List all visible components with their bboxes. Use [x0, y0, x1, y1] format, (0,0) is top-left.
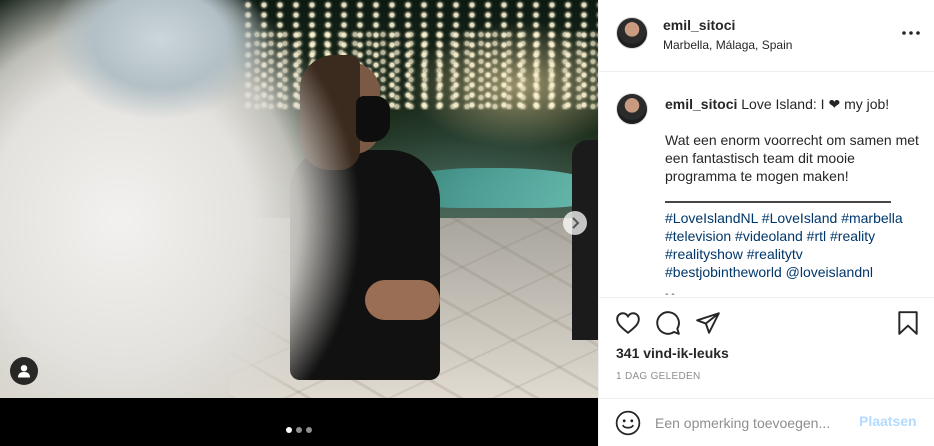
post-header: emil_sitoci Marbella, Málaga, Spain [599, 0, 934, 72]
carousel-indicator [0, 424, 598, 436]
tagged-users-button[interactable] [10, 357, 38, 385]
post-timestamp[interactable]: 1 DAG GELEDEN [616, 371, 700, 382]
post-side-panel: emil_sitoci Marbella, Málaga, Spain emil… [598, 0, 934, 446]
hashtag-link[interactable]: #bestjobintheworld [665, 264, 782, 280]
carousel-dot-1 [286, 427, 292, 433]
post-media[interactable] [0, 0, 598, 446]
post-location[interactable]: Marbella, Málaga, Spain [663, 38, 792, 52]
carousel-dot-3 [306, 427, 312, 433]
hashtag-link[interactable]: #realitytv [747, 246, 803, 262]
comment-input[interactable] [655, 413, 855, 433]
hashtag-link[interactable]: #realityshow [665, 246, 743, 262]
carousel-next-button[interactable] [563, 211, 587, 235]
post-actions: 341 vind-ik-leuks 1 DAG GELEDEN [599, 297, 934, 407]
post-comment-button[interactable]: Plaatsen [859, 413, 917, 429]
caption-avatar[interactable] [616, 93, 648, 125]
carousel-dot-2 [296, 427, 302, 433]
mention-link[interactable]: @loveislandnl [786, 264, 873, 280]
emoji-icon[interactable] [615, 410, 641, 436]
hashtag-link[interactable]: #reality [830, 228, 875, 244]
hashtag-link[interactable]: #LoveIsland [762, 210, 838, 226]
hashtag-link[interactable]: #videoland [735, 228, 803, 244]
post-photo [0, 0, 598, 398]
caption-paragraph: Wat een enorm voorrecht om samen met een… [665, 132, 919, 184]
post-username[interactable]: emil_sitoci [663, 17, 735, 33]
comment-bar: Plaatsen [599, 398, 934, 446]
caption-text-a: Love Island: I [741, 96, 825, 112]
chevron-right-icon [572, 217, 580, 229]
share-icon[interactable] [695, 310, 721, 336]
post-caption: emil_sitoci Love Island: I ❤ my job! Wat… [665, 95, 921, 295]
hashtag-link[interactable]: #television [665, 228, 731, 244]
more-options-button[interactable] [901, 23, 921, 43]
caption-text-b: my job! [844, 96, 890, 112]
bookmark-icon[interactable] [895, 310, 921, 336]
caption-username[interactable]: emil_sitoci [665, 96, 737, 112]
more-horizontal-icon [902, 31, 920, 35]
hashtag-link[interactable]: #rtl [807, 228, 826, 244]
comment-icon[interactable] [655, 310, 681, 336]
hashtag-link[interactable]: #marbella [841, 210, 902, 226]
like-count[interactable]: 341 vind-ik-leuks [616, 345, 729, 361]
person-icon [18, 365, 30, 378]
caption-hashtags: #LoveIslandNL #LoveIsland #marbella #tel… [665, 209, 921, 281]
avatar[interactable] [616, 17, 648, 49]
caption-divider [665, 201, 891, 203]
hashtag-link[interactable]: #LoveIslandNL [665, 210, 758, 226]
heart-icon[interactable] [615, 310, 641, 336]
caption-truncated: • • [665, 287, 921, 295]
heart-emoji: ❤ [828, 96, 841, 112]
